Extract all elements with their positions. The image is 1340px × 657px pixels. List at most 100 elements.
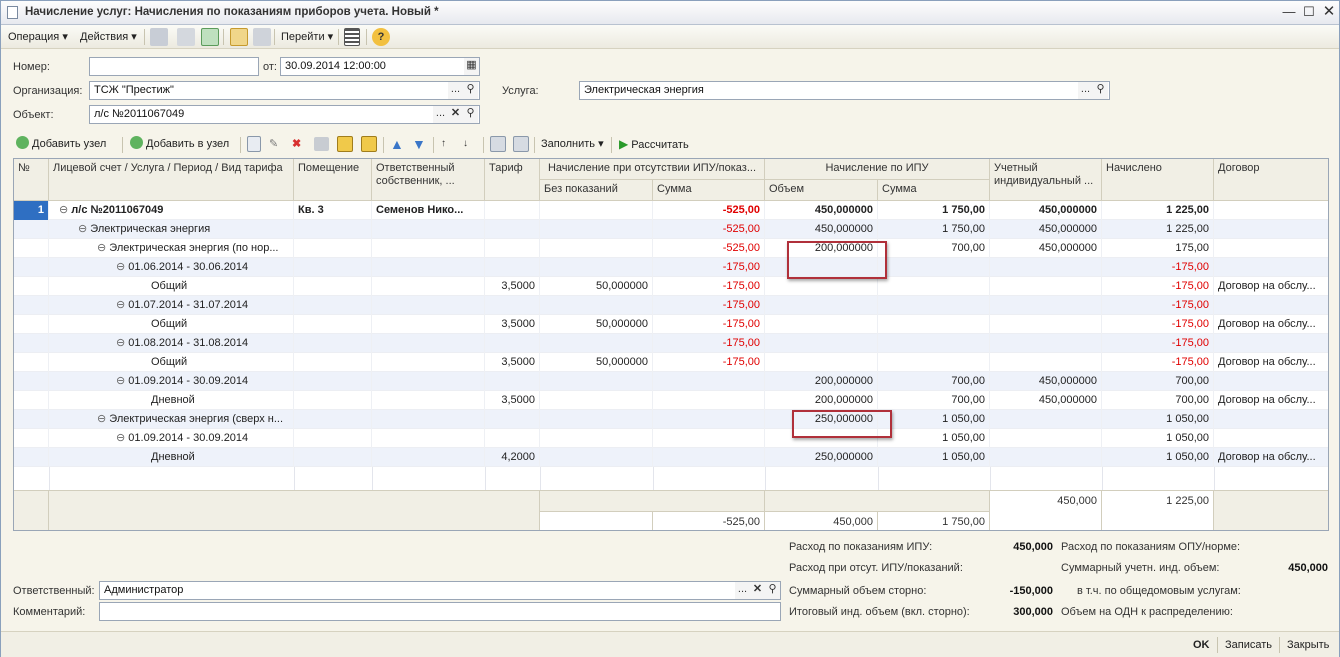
comment-field[interactable] xyxy=(99,602,781,621)
select-button[interactable]: ... xyxy=(433,106,448,123)
search-icon[interactable]: ⚲ xyxy=(1093,82,1108,99)
add-node-button[interactable]: Добавить узел xyxy=(16,136,106,152)
collapse-toggle-icon[interactable]: ⊖ xyxy=(116,375,128,387)
object-field[interactable]: л/с №2011067049 xyxy=(89,105,480,124)
collapse-toggle-icon[interactable]: ⊖ xyxy=(116,261,128,273)
collapse-toggle-icon[interactable]: ⊖ xyxy=(78,223,90,235)
ok-button[interactable]: OK xyxy=(1193,637,1210,653)
object-label: Объект: xyxy=(13,109,54,121)
collapse-toggle-icon[interactable]: ⊖ xyxy=(116,299,128,311)
table-row[interactable]: Дневной 3,5000 200,000000 700,00 450,000000 7… xyxy=(14,391,1328,410)
table-cell-charged: 1 050,00 xyxy=(1102,410,1214,429)
settings-icon[interactable] xyxy=(513,136,529,152)
footer-cell xyxy=(765,490,990,511)
table-row[interactable]: Общий 3,5000 50,000000 -175,00 -175,00 Догово… xyxy=(14,353,1328,372)
collapse-icon[interactable] xyxy=(361,136,377,152)
select-button[interactable]: ... xyxy=(735,582,750,599)
responsible-field[interactable]: Администратор xyxy=(99,581,781,600)
collapse-toggle-icon[interactable]: ⊖ xyxy=(116,432,128,444)
separator xyxy=(366,29,367,45)
print-icon[interactable] xyxy=(490,136,506,152)
minimize-button[interactable]: — xyxy=(1281,4,1297,20)
column-header-no-readings[interactable]: Без показаний xyxy=(540,180,653,201)
search-icon[interactable]: ⚲ xyxy=(463,82,478,99)
table-cell-meter xyxy=(990,315,1102,334)
goto-menu[interactable]: Перейти ▾ xyxy=(281,29,333,45)
column-header-account[interactable]: Лицевой счет / Услуга / Период / Вид тар… xyxy=(49,159,294,201)
save-button[interactable]: Записать xyxy=(1225,637,1272,653)
unpost-document-icon[interactable] xyxy=(177,28,195,46)
table-row[interactable]: ⊖ 01.07.2014 - 31.07.2014 -175,00 -175,00 xyxy=(14,296,1328,315)
table-row[interactable]: Общий 3,5000 50,000000 -175,00 -175,00 Догово… xyxy=(14,277,1328,296)
column-header-sum[interactable]: Сумма xyxy=(653,180,765,201)
list-icon[interactable] xyxy=(344,28,360,46)
search-icon[interactable]: ⚲ xyxy=(765,582,780,599)
charges-table[interactable]: № Лицевой счет / Услуга / Период / Вид т… xyxy=(13,158,1329,531)
clear-icon[interactable]: ✕ xyxy=(448,106,463,123)
help-icon[interactable]: ? xyxy=(372,28,390,46)
title-bar: Начисление услуг: Начисления по показани… xyxy=(1,1,1339,25)
column-header-owner[interactable]: Ответственный собственник, ... xyxy=(372,159,485,201)
table-row[interactable]: ⊖ 01.09.2014 - 30.09.2014 200,000000 700,0… xyxy=(14,372,1328,391)
close-window-button[interactable]: ✕ xyxy=(1321,4,1337,20)
collapse-toggle-icon[interactable]: ⊖ xyxy=(59,204,71,216)
maximize-button[interactable]: ☐ xyxy=(1301,4,1317,20)
clear-icon[interactable]: ✕ xyxy=(750,582,765,599)
table-row[interactable]: ⊖ Электрическая энергия (сверх н... 250,0… xyxy=(14,410,1328,429)
date-field[interactable]: 30.09.2014 12:00:00 xyxy=(280,57,480,76)
select-button[interactable]: ... xyxy=(448,82,463,99)
calculate-button[interactable]: ▶ Рассчитать xyxy=(619,136,689,152)
number-field[interactable] xyxy=(89,57,259,76)
close-button[interactable]: Закрыть xyxy=(1287,637,1329,653)
table-cell-tariff xyxy=(485,410,540,429)
row-label: Электрическая энергия (по нор... xyxy=(109,242,279,254)
expand-icon[interactable] xyxy=(337,136,353,152)
table-row[interactable]: ⊖ 01.09.2014 - 30.09.2014 1 050,00 1 050,0… xyxy=(14,429,1328,448)
edit-icon[interactable]: ✎ xyxy=(269,136,278,152)
ipu-consumption-value: 450,000 xyxy=(1013,541,1053,553)
column-header-volume[interactable]: Объем xyxy=(765,180,878,201)
service-field[interactable]: Электрическая энергия xyxy=(579,81,1110,100)
collapse-toggle-icon[interactable]: ⊖ xyxy=(97,242,109,254)
table-cell-meter: 450,000000 xyxy=(990,239,1102,258)
sort-desc-icon[interactable]: ↓ xyxy=(463,136,468,152)
table-row[interactable]: ⊖ Электрическая энергия (по нор... -525,0… xyxy=(14,239,1328,258)
table-cell-charged: 1 225,00 xyxy=(1102,220,1214,239)
collapse-toggle-icon[interactable]: ⊖ xyxy=(97,413,109,425)
column-header-metered[interactable]: Учетный индивидуальный ... xyxy=(990,159,1102,201)
delete-icon[interactable]: ✖ xyxy=(292,136,301,152)
column-header-sum[interactable]: Сумма xyxy=(878,180,990,201)
column-header-charged[interactable]: Начислено xyxy=(1102,159,1214,201)
row-label: Дневной xyxy=(151,451,195,463)
fill-menu[interactable]: Заполнить ▾ xyxy=(541,136,604,152)
table-row[interactable]: Дневной 4,2000 250,000000 1 050,00 1 050,00 Д… xyxy=(14,448,1328,467)
add-to-node-button[interactable]: Добавить в узел xyxy=(130,136,229,152)
select-button[interactable]: ... xyxy=(1078,82,1093,99)
sort-asc-icon[interactable]: ↑ xyxy=(441,136,446,152)
table-row[interactable]: ⊖ 01.06.2014 - 30.06.2014 -175,00 -175,00 xyxy=(14,258,1328,277)
table-row[interactable]: 1 ⊖ л/с №2011067049 Кв. 3 Семенов Нико... -5… xyxy=(14,201,1328,220)
table-row[interactable]: ⊖ Электрическая энергия -525,00 450,000000… xyxy=(14,220,1328,239)
actions-menu[interactable]: Действия ▾ xyxy=(80,29,137,45)
structure-icon[interactable] xyxy=(230,28,248,46)
table-row[interactable]: Общий 3,5000 50,000000 -175,00 -175,00 Догово… xyxy=(14,315,1328,334)
organization-field[interactable]: ТСЖ "Престиж" xyxy=(89,81,480,100)
column-header-num[interactable]: № xyxy=(14,159,49,201)
table-row[interactable]: ⊖ 01.08.2014 - 31.08.2014 -175,00 -175,00 xyxy=(14,334,1328,353)
search-icon[interactable]: ⚲ xyxy=(463,106,478,123)
end-edit-icon[interactable] xyxy=(314,137,329,151)
refresh-icon[interactable] xyxy=(201,28,219,46)
column-header-room[interactable]: Помещение xyxy=(294,159,372,201)
calendar-icon[interactable]: ▦ xyxy=(464,58,479,75)
print-icon[interactable] xyxy=(253,28,271,46)
comment-label: Комментарий: xyxy=(13,606,86,618)
column-header-contract[interactable]: Договор xyxy=(1214,159,1328,201)
column-header-tariff[interactable]: Тариф xyxy=(485,159,540,201)
operation-menu[interactable]: Операция ▾ xyxy=(8,29,68,45)
table-cell-charged: 700,00 xyxy=(1102,391,1214,410)
copy-icon[interactable] xyxy=(247,136,261,152)
collapse-toggle-icon[interactable]: ⊖ xyxy=(116,337,128,349)
move-down-icon[interactable]: ▼ xyxy=(412,136,426,152)
post-document-icon[interactable] xyxy=(150,28,168,46)
move-up-icon[interactable]: ▲ xyxy=(390,136,404,152)
